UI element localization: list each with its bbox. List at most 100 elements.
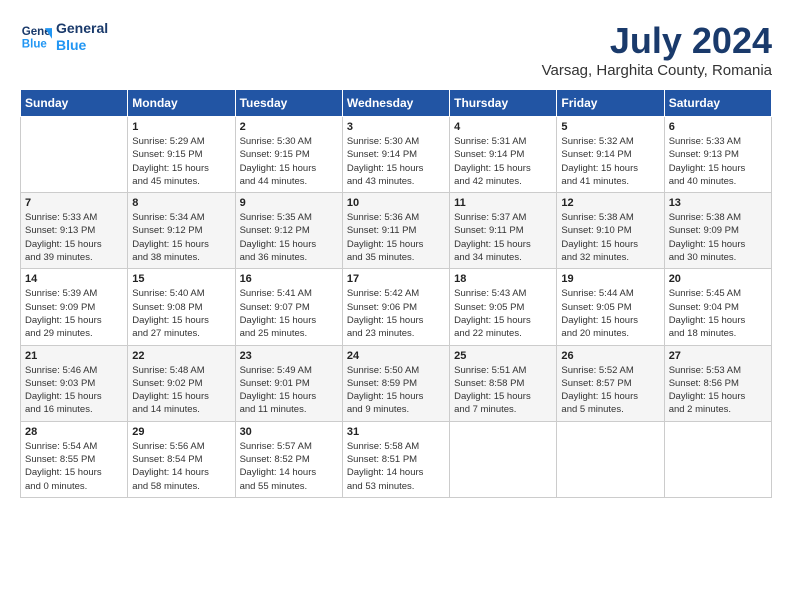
weekday-header-cell: Monday — [128, 90, 235, 117]
calendar-cell: 25 Sunrise: 5:51 AM Sunset: 8:58 PM Dayli… — [450, 345, 557, 421]
day-number: 8 — [132, 197, 230, 209]
day-info: Sunrise: 5:46 AM Sunset: 9:03 PM Dayligh… — [25, 364, 123, 417]
day-number: 17 — [347, 273, 445, 285]
day-number: 12 — [561, 197, 659, 209]
day-number: 19 — [561, 273, 659, 285]
day-info: Sunrise: 5:43 AM Sunset: 9:05 PM Dayligh… — [454, 287, 552, 340]
day-number: 29 — [132, 426, 230, 438]
svg-text:Blue: Blue — [22, 38, 48, 50]
day-number: 5 — [561, 121, 659, 133]
calendar-cell — [664, 421, 771, 497]
day-info: Sunrise: 5:41 AM Sunset: 9:07 PM Dayligh… — [240, 287, 338, 340]
day-number: 31 — [347, 426, 445, 438]
calendar-week-row: 21Sunrise: 5:46 AM Sunset: 9:03 PM Dayli… — [21, 345, 772, 421]
calendar-cell: 8 Sunrise: 5:34 AM Sunset: 9:12 PM Daylig… — [128, 193, 235, 269]
day-info: Sunrise: 5:51 AM Sunset: 8:58 PM Dayligh… — [454, 364, 552, 417]
day-info: Sunrise: 5:30 AM Sunset: 9:15 PM Dayligh… — [240, 135, 338, 188]
day-info: Sunrise: 5:49 AM Sunset: 9:01 PM Dayligh… — [240, 364, 338, 417]
calendar-week-row: 28 Sunrise: 5:54 AM Sunset: 8:55 PM Dayli… — [21, 421, 772, 497]
calendar-cell: 11Sunrise: 5:37 AM Sunset: 9:11 PM Dayli… — [450, 193, 557, 269]
day-number: 2 — [240, 121, 338, 133]
weekday-header-row: SundayMondayTuesdayWednesdayThursdayFrid… — [21, 90, 772, 117]
calendar-cell: 16Sunrise: 5:41 AM Sunset: 9:07 PM Dayli… — [235, 269, 342, 345]
day-info: Sunrise: 5:42 AM Sunset: 9:06 PM Dayligh… — [347, 287, 445, 340]
day-number: 13 — [669, 197, 767, 209]
calendar-cell: 12 Sunrise: 5:38 AM Sunset: 9:10 PM Dayli… — [557, 193, 664, 269]
day-number: 9 — [240, 197, 338, 209]
calendar-table: SundayMondayTuesdayWednesdayThursdayFrid… — [20, 89, 772, 498]
location-subtitle: Varsag, Harghita County, Romania — [542, 62, 772, 79]
day-number: 1 — [132, 121, 230, 133]
day-info: Sunrise: 5:31 AM Sunset: 9:14 PM Dayligh… — [454, 135, 552, 188]
weekday-header-cell: Sunday — [21, 90, 128, 117]
day-number: 30 — [240, 426, 338, 438]
calendar-cell: 7 Sunrise: 5:33 AM Sunset: 9:13 PM Daylig… — [21, 193, 128, 269]
weekday-header-cell: Friday — [557, 90, 664, 117]
day-info: Sunrise: 5:58 AM Sunset: 8:51 PM Dayligh… — [347, 440, 445, 493]
calendar-cell: 26 Sunrise: 5:52 AM Sunset: 8:57 PM Dayli… — [557, 345, 664, 421]
calendar-cell: 18 Sunrise: 5:43 AM Sunset: 9:05 PM Dayli… — [450, 269, 557, 345]
day-info: Sunrise: 5:36 AM Sunset: 9:11 PM Dayligh… — [347, 211, 445, 264]
logo-icon: General Blue — [20, 21, 52, 53]
header: General Blue General Blue July 2024 Vars… — [20, 20, 772, 79]
calendar-cell: 24Sunrise: 5:50 AM Sunset: 8:59 PM Dayli… — [342, 345, 449, 421]
calendar-cell: 22 Sunrise: 5:48 AM Sunset: 9:02 PM Dayli… — [128, 345, 235, 421]
day-number: 18 — [454, 273, 552, 285]
day-info: Sunrise: 5:57 AM Sunset: 8:52 PM Dayligh… — [240, 440, 338, 493]
day-info: Sunrise: 5:56 AM Sunset: 8:54 PM Dayligh… — [132, 440, 230, 493]
calendar-header: SundayMondayTuesdayWednesdayThursdayFrid… — [21, 90, 772, 117]
calendar-cell: 23 Sunrise: 5:49 AM Sunset: 9:01 PM Dayli… — [235, 345, 342, 421]
day-info: Sunrise: 5:53 AM Sunset: 8:56 PM Dayligh… — [669, 364, 767, 417]
day-info: Sunrise: 5:38 AM Sunset: 9:10 PM Dayligh… — [561, 211, 659, 264]
calendar-cell: 13 Sunrise: 5:38 AM Sunset: 9:09 PM Dayli… — [664, 193, 771, 269]
weekday-header-cell: Thursday — [450, 90, 557, 117]
calendar-cell: 9Sunrise: 5:35 AM Sunset: 9:12 PM Daylig… — [235, 193, 342, 269]
day-number: 28 — [25, 426, 123, 438]
day-number: 25 — [454, 350, 552, 362]
calendar-cell: 2 Sunrise: 5:30 AM Sunset: 9:15 PM Daylig… — [235, 117, 342, 193]
day-info: Sunrise: 5:54 AM Sunset: 8:55 PM Dayligh… — [25, 440, 123, 493]
day-info: Sunrise: 5:33 AM Sunset: 9:13 PM Dayligh… — [669, 135, 767, 188]
weekday-header-cell: Tuesday — [235, 90, 342, 117]
calendar-cell: 4Sunrise: 5:31 AM Sunset: 9:14 PM Daylig… — [450, 117, 557, 193]
day-info: Sunrise: 5:32 AM Sunset: 9:14 PM Dayligh… — [561, 135, 659, 188]
calendar-cell: 27 Sunrise: 5:53 AM Sunset: 8:56 PM Dayli… — [664, 345, 771, 421]
calendar-cell: 5 Sunrise: 5:32 AM Sunset: 9:14 PM Daylig… — [557, 117, 664, 193]
title-area: July 2024 Varsag, Harghita County, Roman… — [542, 20, 772, 79]
day-number: 14 — [25, 273, 123, 285]
day-number: 7 — [25, 197, 123, 209]
calendar-cell — [450, 421, 557, 497]
calendar-week-row: 14Sunrise: 5:39 AM Sunset: 9:09 PM Dayli… — [21, 269, 772, 345]
calendar-cell: 29 Sunrise: 5:56 AM Sunset: 8:54 PM Dayli… — [128, 421, 235, 497]
calendar-cell: 3Sunrise: 5:30 AM Sunset: 9:14 PM Daylig… — [342, 117, 449, 193]
calendar-cell — [21, 117, 128, 193]
day-number: 6 — [669, 121, 767, 133]
day-info: Sunrise: 5:44 AM Sunset: 9:05 PM Dayligh… — [561, 287, 659, 340]
calendar-body: 1 Sunrise: 5:29 AM Sunset: 9:15 PM Daylig… — [21, 117, 772, 498]
day-info: Sunrise: 5:29 AM Sunset: 9:15 PM Dayligh… — [132, 135, 230, 188]
day-info: Sunrise: 5:50 AM Sunset: 8:59 PM Dayligh… — [347, 364, 445, 417]
day-info: Sunrise: 5:38 AM Sunset: 9:09 PM Dayligh… — [669, 211, 767, 264]
calendar-cell: 31 Sunrise: 5:58 AM Sunset: 8:51 PM Dayli… — [342, 421, 449, 497]
logo: General Blue General Blue — [20, 20, 108, 54]
day-number: 27 — [669, 350, 767, 362]
weekday-header-cell: Saturday — [664, 90, 771, 117]
calendar-cell: 28 Sunrise: 5:54 AM Sunset: 8:55 PM Dayli… — [21, 421, 128, 497]
day-number: 20 — [669, 273, 767, 285]
calendar-cell: 10Sunrise: 5:36 AM Sunset: 9:11 PM Dayli… — [342, 193, 449, 269]
calendar-cell — [557, 421, 664, 497]
day-info: Sunrise: 5:34 AM Sunset: 9:12 PM Dayligh… — [132, 211, 230, 264]
day-number: 23 — [240, 350, 338, 362]
calendar-week-row: 1 Sunrise: 5:29 AM Sunset: 9:15 PM Daylig… — [21, 117, 772, 193]
day-info: Sunrise: 5:52 AM Sunset: 8:57 PM Dayligh… — [561, 364, 659, 417]
day-number: 11 — [454, 197, 552, 209]
day-number: 22 — [132, 350, 230, 362]
day-info: Sunrise: 5:33 AM Sunset: 9:13 PM Dayligh… — [25, 211, 123, 264]
day-number: 15 — [132, 273, 230, 285]
day-number: 26 — [561, 350, 659, 362]
day-info: Sunrise: 5:48 AM Sunset: 9:02 PM Dayligh… — [132, 364, 230, 417]
calendar-cell: 1 Sunrise: 5:29 AM Sunset: 9:15 PM Daylig… — [128, 117, 235, 193]
month-year-title: July 2024 — [542, 20, 772, 62]
calendar-cell: 17 Sunrise: 5:42 AM Sunset: 9:06 PM Dayli… — [342, 269, 449, 345]
svg-text:General: General — [22, 26, 52, 38]
